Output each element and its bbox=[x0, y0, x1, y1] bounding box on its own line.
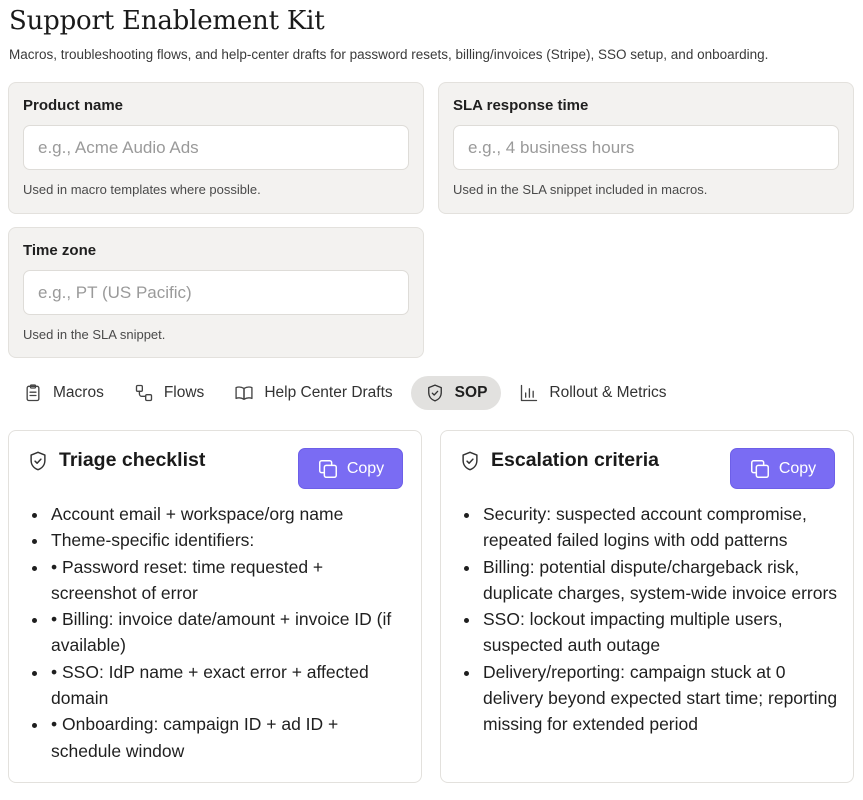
list-item: Account email + workspace/org name bbox=[49, 501, 407, 527]
tab-flows-label: Flows bbox=[163, 384, 205, 401]
book-icon bbox=[234, 383, 254, 403]
shield-icon bbox=[459, 450, 481, 472]
list-item: • SSO: IdP name + exact error + affected… bbox=[49, 659, 407, 712]
page-title: Support Enablement Kit bbox=[9, 6, 325, 36]
list-item: • Billing: invoice date/amount + invoice… bbox=[49, 606, 407, 659]
sla-response-time-input[interactable] bbox=[453, 125, 839, 170]
product-name-label: Product name bbox=[23, 97, 124, 114]
triage-copy-label: Copy bbox=[346, 459, 385, 477]
triage-checklist-header: Triage checklist bbox=[27, 449, 205, 472]
bar-chart-icon bbox=[519, 383, 539, 403]
sla-response-time-help: Used in the SLA snippet included in macr… bbox=[453, 182, 708, 197]
tab-rollout-metrics[interactable]: Rollout & Metrics bbox=[507, 376, 678, 410]
list-item: Delivery/reporting: campaign stuck at 0 … bbox=[481, 659, 839, 738]
tab-sop[interactable]: SOP bbox=[410, 376, 502, 410]
sla-response-time-label: SLA response time bbox=[453, 97, 589, 114]
triage-copy-button[interactable]: Copy bbox=[298, 448, 403, 489]
escalation-criteria-header: Escalation criteria bbox=[459, 449, 659, 472]
list-item: Theme-specific identifiers: bbox=[49, 527, 407, 553]
flow-icon bbox=[134, 383, 154, 403]
escalation-copy-label: Copy bbox=[778, 459, 817, 477]
list-item: • Onboarding: campaign ID + ad ID + sche… bbox=[49, 711, 407, 764]
list-item: Security: suspected account compromise, … bbox=[481, 501, 839, 554]
copy-icon bbox=[749, 458, 779, 480]
tab-help-center-drafts[interactable]: Help Center Drafts bbox=[222, 376, 404, 410]
tab-help-center-drafts-label: Help Center Drafts bbox=[264, 384, 393, 401]
tab-sop-label: SOP bbox=[454, 384, 488, 401]
copy-icon bbox=[317, 458, 347, 480]
list-item: Billing: potential dispute/chargeback ri… bbox=[481, 554, 839, 607]
product-name-input[interactable] bbox=[23, 125, 409, 170]
time-zone-card: Time zone Used in the SLA snippet. bbox=[8, 227, 424, 358]
escalation-criteria-card: Escalation criteria Copy Security: suspe… bbox=[440, 430, 854, 783]
tab-rollout-metrics-label: Rollout & Metrics bbox=[549, 384, 667, 401]
triage-checklist-list: Account email + workspace/org name Theme… bbox=[49, 501, 407, 764]
shield-icon bbox=[425, 383, 445, 403]
time-zone-input[interactable] bbox=[23, 270, 409, 315]
tab-macros[interactable]: Macros bbox=[11, 376, 116, 410]
tab-macros-label: Macros bbox=[53, 384, 104, 401]
escalation-criteria-list: Security: suspected account compromise, … bbox=[481, 501, 839, 738]
list-item: SSO: lockout impacting multiple users, s… bbox=[481, 606, 839, 659]
triage-checklist-card: Triage checklist Copy Account email + wo… bbox=[8, 430, 422, 783]
time-zone-help: Used in the SLA snippet. bbox=[23, 327, 166, 342]
list-item: • Password reset: time requested + scree… bbox=[49, 554, 407, 607]
product-name-help: Used in macro templates where possible. bbox=[23, 182, 261, 197]
clipboard-icon bbox=[23, 383, 43, 403]
sla-response-time-card: SLA response time Used in the SLA snippe… bbox=[438, 82, 854, 214]
escalation-copy-button[interactable]: Copy bbox=[730, 448, 835, 489]
page-subtitle: Macros, troubleshooting flows, and help-… bbox=[9, 47, 769, 62]
shield-icon bbox=[27, 450, 49, 472]
tab-flows[interactable]: Flows bbox=[122, 376, 216, 410]
product-name-card: Product name Used in macro templates whe… bbox=[8, 82, 424, 214]
escalation-criteria-title: Escalation criteria bbox=[491, 449, 659, 471]
tab-bar: Macros Flows Help Center Drafts SOP Roll… bbox=[11, 376, 685, 410]
time-zone-label: Time zone bbox=[23, 242, 97, 259]
triage-checklist-title: Triage checklist bbox=[59, 449, 206, 471]
